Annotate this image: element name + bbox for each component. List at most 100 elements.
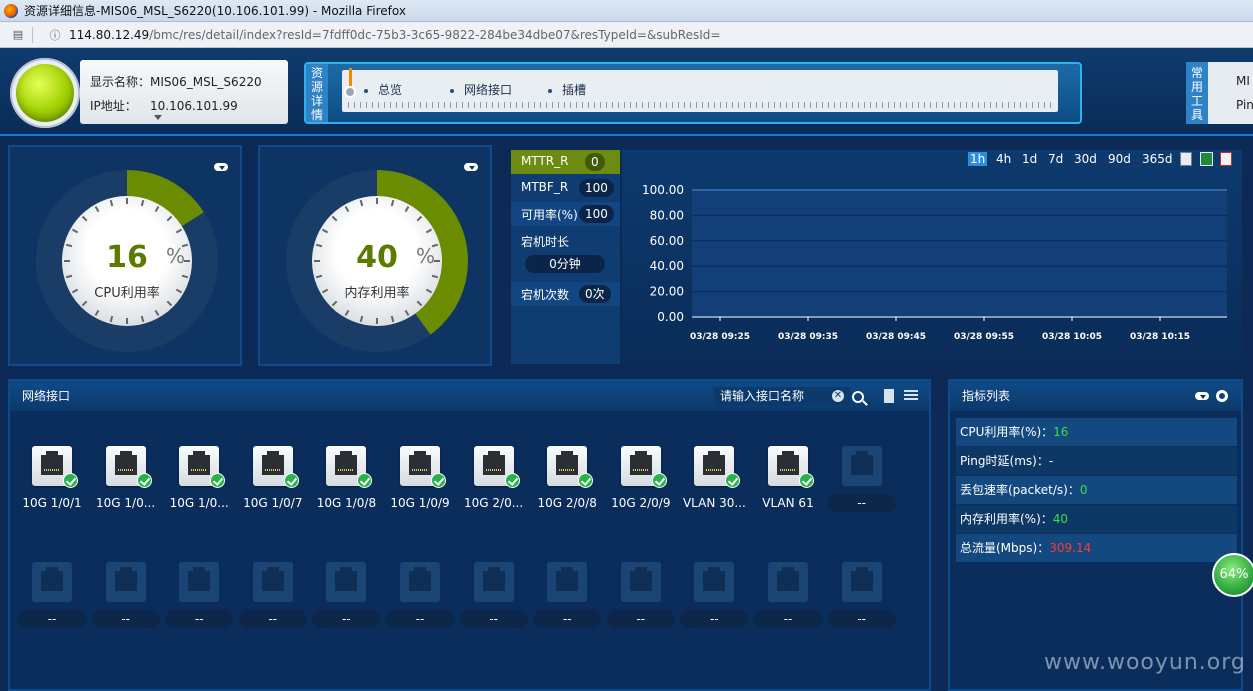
ethernet-port-icon [620,562,661,602]
download-icon[interactable] [213,161,229,173]
cpu-gauge: 16 % CPU利用率 [36,170,218,352]
interface-port[interactable]: -- [386,562,454,628]
interface-search-input[interactable]: 请输入接口名称 [714,387,850,405]
interface-label: -- [827,610,896,628]
interface-port[interactable]: -- [680,562,749,628]
interface-port[interactable]: -- [312,562,381,628]
url-text[interactable]: 114.80.12.49/bmc/res/detail/index?resId=… [69,28,720,42]
kpi-value: 40 [1052,512,1069,526]
gauge-tick [81,215,88,222]
interface-port[interactable]: 10G 1/0/9 [386,446,454,512]
nav-item-slots[interactable]: 插槽 [548,81,586,98]
interface-port[interactable]: 10G 1/0/1 [18,446,86,512]
kpi-row[interactable]: 丢包速率(packet/s)：0 [956,476,1237,504]
device-ip-label: IP地址： [90,99,137,113]
interfaces-title: 网络接口 [22,389,71,403]
interface-port[interactable]: -- [18,562,86,628]
x-tick-label: 03/28 09:55 [954,332,1014,342]
mttr-row: MTTR_R 0 [511,150,620,174]
interface-port[interactable]: 10G 1/0... [165,446,233,512]
interface-port[interactable]: 10G 1/0/7 [239,446,307,512]
cpu-gauge-panel: 16 % CPU利用率 [8,145,242,366]
check-icon [578,473,594,488]
gauge-tick [81,300,88,307]
interface-label: -- [18,610,86,628]
gauge-tick [65,274,73,279]
kpi-row[interactable]: CPU利用率(%)：16 [956,418,1237,446]
download-icon[interactable] [1194,390,1210,402]
interface-port[interactable]: -- [606,562,675,628]
interface-port[interactable]: 10G 2/0... [460,446,528,512]
interface-port[interactable]: -- [827,562,896,628]
check-icon [651,473,667,488]
interface-port[interactable]: -- [238,562,307,628]
interface-port[interactable]: 10G 2/0/9 [607,446,675,512]
gauge-tick [140,315,145,323]
interface-port[interactable]: -- [827,446,896,512]
interface-label: -- [680,610,749,628]
interface-port[interactable]: VLAN 61 [754,446,822,512]
address-bar[interactable]: ▤ ⓘ 114.80.12.49/bmc/res/detail/index?re… [0,22,1253,48]
interface-port[interactable]: -- [533,562,602,628]
topology-icon[interactable] [884,389,894,403]
availability-value: 100 [579,205,614,223]
tool-item-ping[interactable]: Pin [1236,98,1253,112]
mtbf-row: MTBF_R 100 [511,176,620,200]
gauge-tick [416,300,423,307]
interface-label: 10G 1/0/9 [390,496,450,510]
tool-item-mi[interactable]: MI [1236,74,1250,88]
interface-port[interactable]: -- [754,562,822,628]
interface-port[interactable]: 10G 1/0... [92,446,160,512]
gauge-tick [175,228,183,234]
gauge-tick [390,315,395,323]
mtbf-value: 100 [579,179,614,197]
ethernet-port-icon [32,562,72,602]
nav-marker [349,68,352,88]
check-icon [136,473,152,488]
gauge-tick [154,309,160,317]
kpi-value: - [1048,454,1054,468]
kpi-row[interactable]: 内存利用率(%)：40 [956,505,1237,533]
chevron-down-icon[interactable] [154,115,162,120]
interface-port[interactable]: -- [165,562,234,628]
search-icon[interactable] [852,391,864,403]
status-indicator [10,58,80,128]
nav-slider-handle[interactable] [344,86,356,98]
kpi-row[interactable]: Ping时延(ms)：- [956,447,1237,475]
interface-port[interactable]: -- [91,562,160,628]
gauge-tick [71,228,79,234]
memory-gauge: 40 % 内存利用率 [286,170,468,352]
gauge-tick [390,199,395,207]
interface-port[interactable]: -- [459,562,528,628]
gauge-tick [344,205,350,213]
interface-label: -- [533,610,602,628]
performance-badge[interactable]: 64% [1212,553,1253,597]
gauge-tick [166,300,173,307]
ethernet-port-icon [841,446,882,486]
interface-port[interactable]: VLAN 30... [680,446,748,512]
gauge-tick [359,199,364,207]
gear-icon[interactable] [1216,390,1228,402]
ethernet-port-icon [841,562,882,602]
kpi-row[interactable]: 总流量(Mbps)：309.14 [956,534,1237,562]
resource-detail-tab[interactable]: 资源详情 [306,64,328,122]
device-name-label: 显示名称： [90,75,151,89]
cpu-label: CPU利用率 [94,286,160,301]
list-view-icon[interactable] [904,390,918,402]
device-name-value: MIS06_MSL_S6220 [150,75,262,89]
common-tools-tab[interactable]: 常用工具 [1186,62,1208,124]
ethernet-port-icon [105,562,146,602]
download-icon[interactable] [463,161,479,173]
interface-port[interactable]: 10G 1/0/8 [312,446,380,512]
ethernet-port-icon [768,562,808,602]
nav-item-overview[interactable]: 总览 [364,81,402,98]
check-icon [725,473,741,488]
memory-gauge-panel: 40 % 内存利用率 [258,145,492,366]
interface-label: 10G 2/0/9 [611,496,671,510]
ethernet-port-icon [179,562,220,602]
interface-port[interactable]: 10G 2/0/8 [533,446,601,512]
clear-icon[interactable]: ✕ [832,390,844,402]
nav-item-interfaces[interactable]: 网络接口 [450,81,512,98]
info-icon[interactable]: ⓘ [45,27,65,43]
y-tick-label: 20.00 [650,285,684,299]
